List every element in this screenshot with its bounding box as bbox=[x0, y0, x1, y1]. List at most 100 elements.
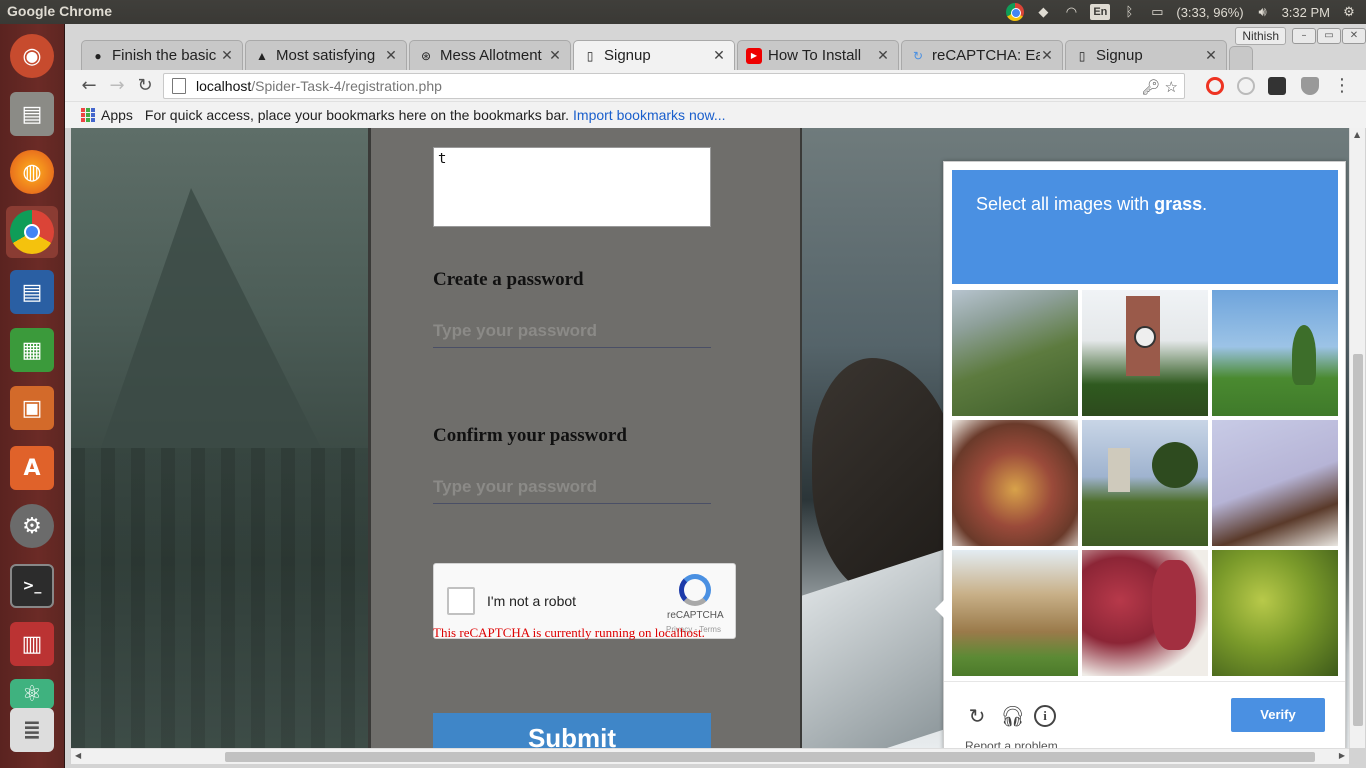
writer-icon[interactable]: ▤ bbox=[6, 266, 58, 318]
incognito-extension-icon[interactable] bbox=[1268, 77, 1286, 95]
recaptcha-checkbox[interactable] bbox=[447, 587, 475, 615]
tab-recaptcha[interactable]: ↻ reCAPTCHA: Ea ✕ bbox=[901, 40, 1063, 70]
tile-park-fountain[interactable] bbox=[1212, 290, 1338, 416]
close-icon[interactable]: ✕ bbox=[712, 47, 726, 64]
tile-yarn-spool[interactable] bbox=[1212, 420, 1338, 546]
address-bar[interactable]: localhost/Spider-Task-4/registration.php… bbox=[163, 73, 1185, 99]
close-icon[interactable]: ✕ bbox=[220, 47, 234, 64]
page-info-icon[interactable] bbox=[172, 78, 186, 94]
challenge-instruction: Select all images with grass. bbox=[952, 170, 1338, 284]
close-icon[interactable]: ✕ bbox=[384, 47, 398, 64]
keyboard-layout-indicator[interactable]: En bbox=[1090, 4, 1111, 20]
tab-signup-active[interactable]: ▯ Signup ✕ bbox=[573, 40, 735, 70]
recaptcha-checkbox-label: I'm not a robot bbox=[487, 593, 577, 609]
tab-signup[interactable]: ▯ Signup ✕ bbox=[1065, 40, 1227, 70]
profile-badge[interactable]: Nithish bbox=[1235, 27, 1286, 45]
submit-button[interactable]: Submit bbox=[433, 713, 711, 748]
forward-icon[interactable]: → bbox=[106, 75, 128, 97]
github-icon: ● bbox=[94, 48, 102, 63]
tab-label: Signup bbox=[604, 47, 651, 64]
tab-label: Finish the basic bbox=[112, 47, 217, 64]
maximize-button[interactable]: ▭ bbox=[1317, 28, 1341, 44]
firefox-icon[interactable]: ◍ bbox=[6, 146, 58, 198]
wifi-icon[interactable]: ◠ bbox=[1062, 4, 1080, 20]
tile-clock-tower[interactable] bbox=[1082, 290, 1208, 416]
bookmarks-hint: For quick access, place your bookmarks h… bbox=[144, 107, 570, 123]
system-tray: ◆ ◠ En ᛒ ▭ (3:33, 96%) 🔊︎ 3:32 PM ⚙ bbox=[1006, 0, 1366, 24]
menu-kebab-icon[interactable]: ⋮ bbox=[1331, 75, 1353, 97]
report-problem-link[interactable]: Report a problem bbox=[965, 739, 1058, 748]
battery-icon[interactable]: ▭ bbox=[1148, 4, 1166, 20]
close-icon[interactable]: ✕ bbox=[1040, 47, 1054, 64]
tile-stone-house[interactable] bbox=[952, 550, 1078, 676]
opera-extension-icon[interactable] bbox=[1206, 77, 1224, 95]
info-icon[interactable]: i bbox=[1034, 705, 1056, 727]
horizontal-scroll-thumb[interactable] bbox=[225, 752, 1315, 762]
close-icon[interactable]: ✕ bbox=[1204, 47, 1218, 64]
bookmark-star-icon[interactable]: 🔑︎ ☆ bbox=[1141, 78, 1178, 96]
impress-icon[interactable]: ▣ bbox=[6, 382, 58, 434]
reader-icon[interactable]: ▥ bbox=[6, 618, 58, 670]
chrome-tray-icon[interactable] bbox=[1006, 3, 1025, 21]
password-input[interactable]: Type your password bbox=[433, 318, 711, 348]
tile-hill-tower[interactable] bbox=[1082, 420, 1208, 546]
verify-button[interactable]: Verify bbox=[1231, 698, 1325, 732]
apps-shortcut[interactable]: Apps bbox=[81, 107, 133, 123]
tile-dessert-plate[interactable] bbox=[952, 420, 1078, 546]
terminal-icon[interactable]: >_ bbox=[6, 560, 58, 612]
calc-icon[interactable]: ▦ bbox=[6, 324, 58, 376]
recaptcha-brand: reCAPTCHA bbox=[667, 610, 724, 621]
vertical-scroll-thumb[interactable] bbox=[1353, 354, 1363, 726]
close-window-button[interactable]: ✕ bbox=[1342, 28, 1366, 44]
recaptcha-logo-icon bbox=[679, 574, 711, 606]
vertical-scrollbar[interactable]: ▲ bbox=[1349, 128, 1365, 748]
system-top-panel: Google Chrome ◆ ◠ En ᛒ ▭ (3:33, 96%) 🔊︎ … bbox=[0, 0, 1366, 24]
close-icon[interactable]: ✕ bbox=[876, 47, 890, 64]
tab-reddit[interactable]: ▲ Most satisfying ✕ bbox=[245, 40, 407, 70]
ubuntu-dash-icon[interactable]: ◉ bbox=[6, 30, 58, 82]
import-bookmarks-link[interactable]: Import bookmarks now... bbox=[573, 107, 726, 123]
tab-youtube[interactable]: ▶ How To Install ✕ bbox=[737, 40, 899, 70]
volume-icon[interactable]: 🔊︎ bbox=[1254, 4, 1272, 20]
dropbox-icon[interactable]: ◆ bbox=[1034, 4, 1052, 20]
settings-gear-icon[interactable]: ⚙ bbox=[1340, 4, 1358, 20]
confirm-password-input[interactable]: Type your password bbox=[433, 474, 711, 504]
chrome-window: ● Finish the basic ✕ ▲ Most satisfying ✕… bbox=[65, 24, 1366, 768]
software-center-icon[interactable]: A bbox=[6, 442, 58, 494]
new-tab-button[interactable] bbox=[1229, 46, 1253, 70]
reload-icon[interactable]: ↻ bbox=[134, 75, 156, 97]
system-settings-icon[interactable]: ⚙ bbox=[6, 500, 58, 552]
tile-red-grapes[interactable] bbox=[1082, 550, 1208, 676]
workspace-icon[interactable]: ≣ bbox=[6, 704, 58, 756]
tile-green-grapes[interactable] bbox=[1212, 550, 1338, 676]
instruction-suffix: . bbox=[1202, 194, 1208, 214]
minimize-button[interactable]: – bbox=[1292, 28, 1316, 44]
address-textarea[interactable]: t bbox=[433, 147, 711, 227]
browser-toolbar: ← → ↻ localhost/Spider-Task-4/registrati… bbox=[65, 70, 1366, 102]
confirm-password-label: Confirm your password bbox=[433, 425, 627, 446]
search-extension-icon[interactable] bbox=[1237, 77, 1255, 95]
page-icon: ▯ bbox=[586, 48, 594, 63]
audio-challenge-icon[interactable]: 🎧︎ bbox=[1000, 705, 1025, 727]
tab-github[interactable]: ● Finish the basic ✕ bbox=[81, 40, 243, 70]
scroll-left-icon[interactable]: ◀ bbox=[75, 751, 81, 760]
reddit-icon: ▲ bbox=[256, 48, 268, 63]
close-icon[interactable]: ✕ bbox=[548, 47, 562, 64]
horizontal-scrollbar[interactable]: ◀ ▶ bbox=[71, 748, 1349, 764]
active-app-title: Google Chrome bbox=[7, 3, 113, 19]
scroll-up-icon[interactable]: ▲ bbox=[1354, 130, 1360, 139]
clock[interactable]: 3:32 PM bbox=[1282, 5, 1330, 20]
scroll-right-icon[interactable]: ▶ bbox=[1339, 751, 1345, 760]
tab-mess-allotment[interactable]: ⊛ Mess Allotment ✕ bbox=[409, 40, 571, 70]
battery-status[interactable]: (3:33, 96%) bbox=[1176, 5, 1243, 20]
create-password-label: Create a password bbox=[433, 269, 584, 290]
back-icon[interactable]: ← bbox=[78, 75, 100, 97]
url-host: localhost bbox=[196, 78, 252, 94]
chrome-icon[interactable] bbox=[6, 206, 58, 258]
shield-icon[interactable] bbox=[1301, 77, 1319, 95]
reload-challenge-icon[interactable]: ↻ bbox=[966, 705, 988, 727]
bluetooth-icon[interactable]: ᛒ bbox=[1120, 4, 1138, 20]
files-icon[interactable]: ▤ bbox=[6, 88, 58, 140]
tile-mountain-meadow[interactable] bbox=[952, 290, 1078, 416]
popup-pointer bbox=[935, 600, 944, 618]
